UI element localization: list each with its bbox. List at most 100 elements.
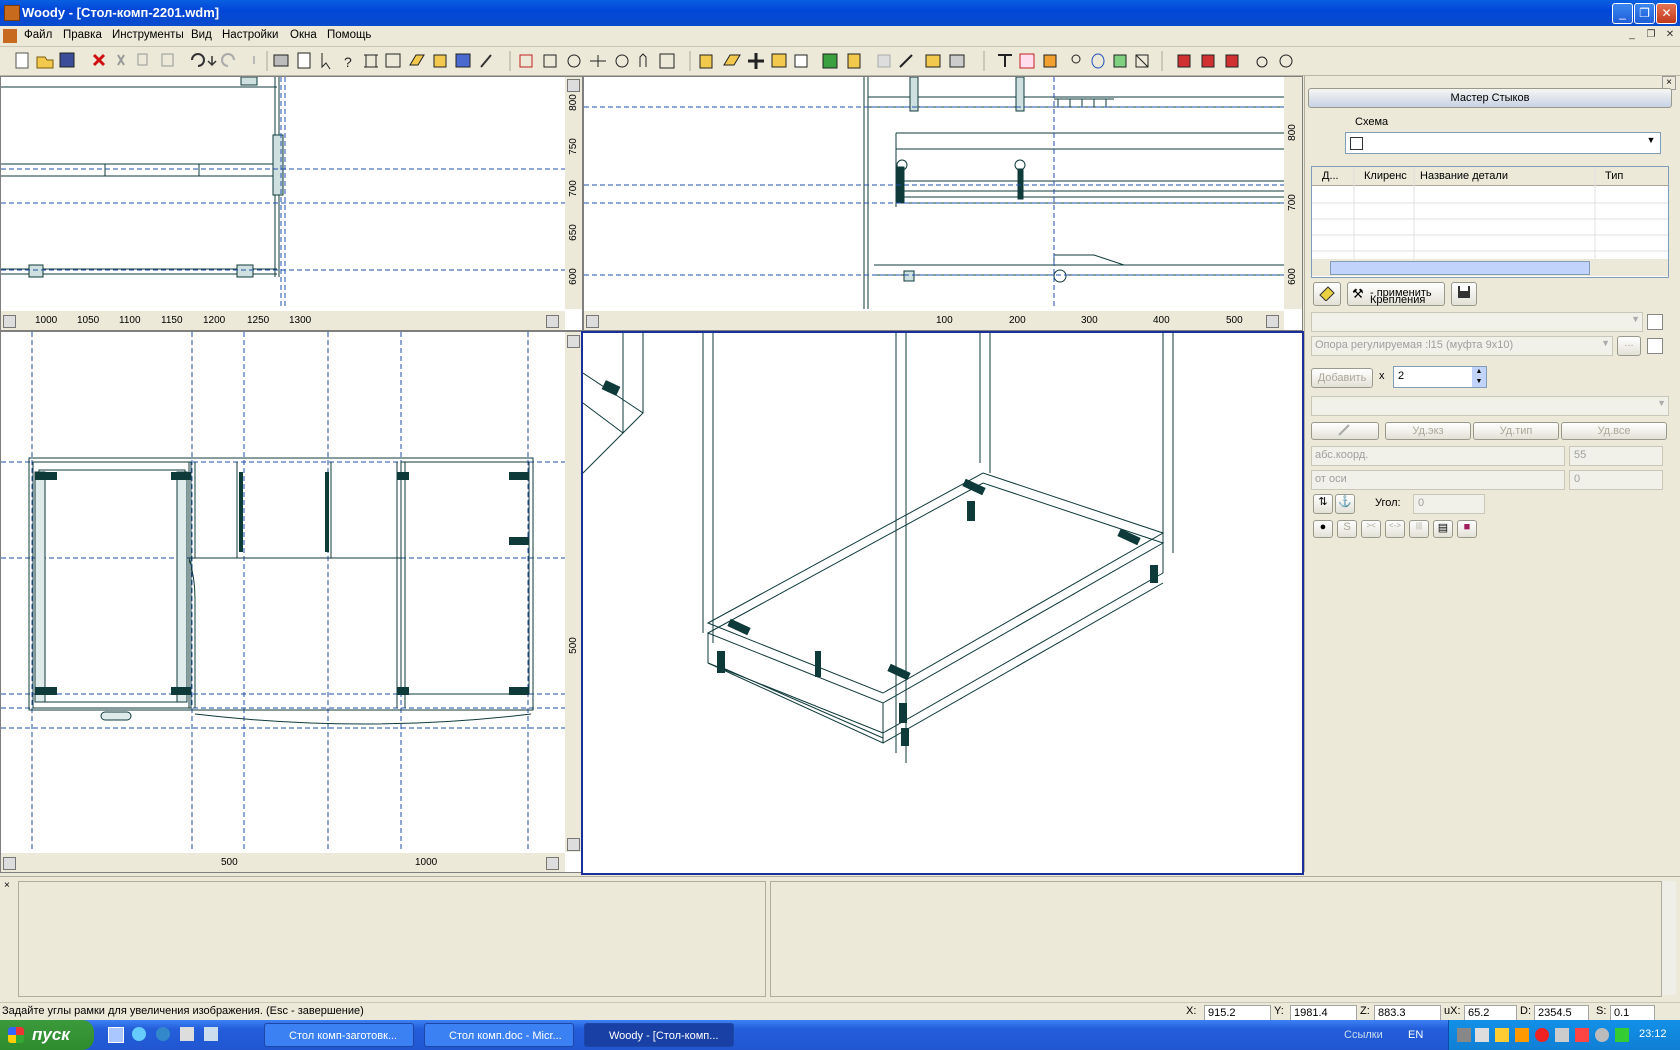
nest-icon[interactable] <box>1201 54 1215 68</box>
copy-icon[interactable] <box>137 53 148 66</box>
eraser-button[interactable] <box>1313 282 1341 306</box>
zoom-corner-icon[interactable] <box>567 838 580 851</box>
joint-master-icon[interactable] <box>1019 53 1035 69</box>
document-icon[interactable] <box>3 29 17 43</box>
delete-all-button[interactable]: Уд.все <box>1561 422 1667 440</box>
spread-button[interactable]: <-> <box>1385 520 1405 538</box>
quantity-stepper[interactable]: 2 ▲ ▼ <box>1393 366 1487 388</box>
undo-icon[interactable] <box>191 53 205 67</box>
zoom-corner-icon[interactable] <box>3 315 16 328</box>
joint-select[interactable]: ▼ <box>1311 396 1669 416</box>
columns-icon[interactable] <box>364 54 378 68</box>
cut-list-icon[interactable] <box>1177 54 1191 68</box>
clock[interactable]: 23:12 <box>1639 1028 1667 1040</box>
axis-value-stepper[interactable]: 0 <box>1569 470 1663 490</box>
status-tray-icon[interactable] <box>1615 1028 1629 1042</box>
app-icon[interactable] <box>4 5 20 21</box>
minimize-button[interactable]: _ <box>1612 3 1633 24</box>
open-folder-icon[interactable] <box>36 56 54 69</box>
zoom-corner-icon[interactable] <box>586 315 599 328</box>
zoom-extents-icon[interactable] <box>659 53 675 69</box>
fastening-category-select[interactable]: ▼ <box>1311 312 1643 332</box>
help-pointer-icon[interactable] <box>321 53 331 70</box>
task-button[interactable]: Стол комп-заготовк... <box>264 1023 414 1047</box>
chevron-down-icon[interactable]: ▼ <box>1657 398 1666 408</box>
chevron-down-icon[interactable]: ▼ <box>1644 135 1658 151</box>
output-right-area[interactable] <box>770 881 1662 997</box>
color-icon[interactable] <box>822 53 838 69</box>
save-icon[interactable] <box>59 52 75 68</box>
materials-icon[interactable] <box>433 54 447 68</box>
output-left-area[interactable] <box>18 881 766 997</box>
angle-stepper[interactable]: 0 <box>1413 494 1485 514</box>
list-icon[interactable] <box>1647 338 1663 354</box>
zoom-corner-icon[interactable] <box>546 857 559 870</box>
flip-vertical-button[interactable]: ⇅ <box>1313 494 1333 514</box>
library-button[interactable]: ■ <box>1457 520 1477 538</box>
sheet-icon[interactable] <box>794 54 808 68</box>
zoom-corner-icon[interactable] <box>567 335 580 348</box>
safely-remove-icon[interactable] <box>1555 1028 1569 1042</box>
calc-icon[interactable] <box>1225 54 1239 68</box>
output-scrollbar[interactable] <box>1662 881 1676 995</box>
viewport-top-right[interactable]: 800 700 600 100 200 300 400 500 <box>583 76 1303 331</box>
app-quick-icon[interactable] <box>204 1027 218 1041</box>
layers-icon[interactable] <box>409 54 425 66</box>
save-scheme-button[interactable] <box>1451 282 1477 306</box>
menu-windows[interactable]: Окна <box>290 29 317 41</box>
box-icon[interactable] <box>699 54 713 69</box>
task-button[interactable]: Стол комп.doc - Micr... <box>424 1023 574 1047</box>
eye-icon[interactable] <box>1256 56 1268 68</box>
new-file-icon[interactable] <box>15 52 29 69</box>
print-preview-icon[interactable] <box>297 52 311 69</box>
panel-icon[interactable] <box>723 54 741 66</box>
export-icon[interactable] <box>925 54 941 68</box>
folder-tray-icon[interactable] <box>1495 1028 1509 1042</box>
pan-center-icon[interactable] <box>590 55 606 67</box>
spin-arrows-icon[interactable]: ▲ ▼ <box>1472 367 1486 387</box>
equal-spacing-button[interactable]: ||| <box>1409 520 1429 538</box>
output-close-icon[interactable]: × <box>4 881 14 891</box>
zoom-corner-icon[interactable] <box>567 79 580 92</box>
report-icon[interactable] <box>385 53 401 68</box>
menu-settings[interactable]: Настройки <box>222 29 278 41</box>
show-desktop-icon[interactable] <box>108 1027 124 1043</box>
bolt-icon[interactable] <box>1135 54 1149 68</box>
links-toolbar[interactable]: Ссылки <box>1344 1029 1383 1041</box>
scheme-select[interactable]: ▼ <box>1345 132 1661 154</box>
pick-button[interactable] <box>1311 422 1379 440</box>
help-icon[interactable]: ? <box>344 54 352 70</box>
menu-view[interactable]: Вид <box>191 29 212 41</box>
zoom-icon[interactable] <box>567 54 581 68</box>
wand-icon[interactable] <box>480 54 492 68</box>
menu-help[interactable]: Помощь <box>327 29 371 41</box>
zoom-corner-icon[interactable] <box>3 857 16 870</box>
explorer-icon[interactable] <box>180 1027 194 1041</box>
zoom-corner-icon[interactable] <box>546 315 559 328</box>
browser-icon[interactable] <box>132 1027 146 1041</box>
cut-icon[interactable] <box>117 54 125 66</box>
joint-icon[interactable] <box>748 53 764 69</box>
mdi-close-button[interactable]: ✕ <box>1663 29 1677 42</box>
network-icon[interactable] <box>1457 1028 1471 1042</box>
more-button[interactable]: ... <box>1617 336 1641 356</box>
render-icon[interactable] <box>1279 54 1293 68</box>
viewport-3d[interactable] <box>581 331 1304 875</box>
table-hscrollbar[interactable] <box>1312 259 1668 276</box>
scroll-thumb[interactable] <box>1330 261 1590 275</box>
hand-icon[interactable] <box>639 53 647 67</box>
coord-value-stepper[interactable]: 55 <box>1569 446 1663 466</box>
tree-icon[interactable] <box>949 54 965 68</box>
paste-icon[interactable] <box>161 53 174 67</box>
parts-table[interactable]: Д... Клиренс Название детали Тип <box>1311 166 1669 278</box>
alert-icon[interactable] <box>1575 1028 1589 1042</box>
split-button[interactable]: >< <box>1361 520 1381 538</box>
delete-instance-button[interactable]: Уд.экз <box>1385 422 1471 440</box>
texture-icon[interactable] <box>455 53 471 68</box>
undo-dropdown-icon[interactable] <box>207 56 217 67</box>
menu-file[interactable]: Файл <box>24 29 52 41</box>
delete-icon[interactable] <box>92 53 106 67</box>
zoom-window-icon[interactable] <box>543 54 557 68</box>
chevron-down-icon[interactable]: ▼ <box>1631 314 1640 324</box>
zoom-corner-icon[interactable] <box>1266 315 1279 328</box>
